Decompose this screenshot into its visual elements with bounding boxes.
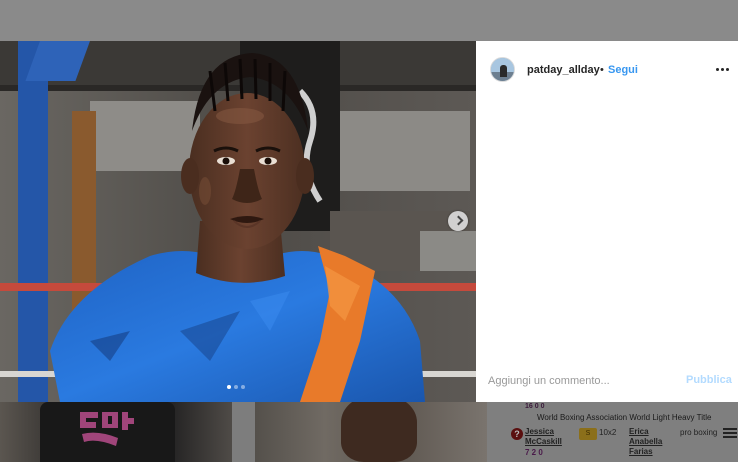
carousel-dot-1 [227, 385, 231, 389]
username-link[interactable]: patday_allday [527, 64, 600, 76]
status-badge: S [579, 428, 597, 440]
carousel-dot-2 [234, 385, 238, 389]
comment-bar: Pubblica [476, 361, 738, 402]
hamburger-menu-icon[interactable] [723, 426, 737, 440]
fight-info-panel: 16 0 0 World Boxing Association World Li… [487, 402, 738, 462]
fight-title: World Boxing Association World Light Hea… [537, 413, 712, 422]
post-photo[interactable] [0, 41, 476, 402]
background-thumbnail-2 [255, 402, 487, 462]
next-photo-button[interactable] [448, 211, 468, 231]
rounds-label: 10x2 [599, 428, 617, 437]
post-header: patday_allday • Segui [476, 41, 738, 101]
thumbnail-face [341, 402, 417, 462]
avatar[interactable] [490, 57, 515, 82]
post-side-panel: patday_allday • Segui Pubblica [476, 41, 738, 402]
score-top: 16 0 0 [525, 403, 545, 410]
sport-label: pro boxing [680, 428, 718, 437]
question-icon: ? [511, 428, 523, 440]
separator-dot: • [600, 64, 604, 76]
chevron-right-icon [453, 215, 464, 226]
fighter2-link[interactable]: Erica Anabella Farias [629, 427, 679, 457]
fighter1-record: 7 2 0 [525, 448, 543, 457]
overlay-top[interactable] [0, 0, 738, 41]
publish-button[interactable]: Pubblica [686, 374, 732, 386]
more-horizontal-icon[interactable] [716, 65, 732, 75]
background-thumbnail-1 [0, 402, 232, 462]
shirt-logo-icon [80, 412, 134, 446]
fighter1-link[interactable]: Jessica McCaskill [525, 427, 565, 447]
carousel-indicator [227, 385, 245, 391]
background-page: 16 0 0 World Boxing Association World Li… [0, 402, 738, 462]
carousel-dot-3 [241, 385, 245, 389]
comment-input[interactable] [488, 371, 678, 391]
follow-button[interactable]: Segui [608, 64, 638, 76]
post-modal: patday_allday • Segui Pubblica [0, 41, 738, 402]
boxer-photo-image [0, 41, 476, 402]
